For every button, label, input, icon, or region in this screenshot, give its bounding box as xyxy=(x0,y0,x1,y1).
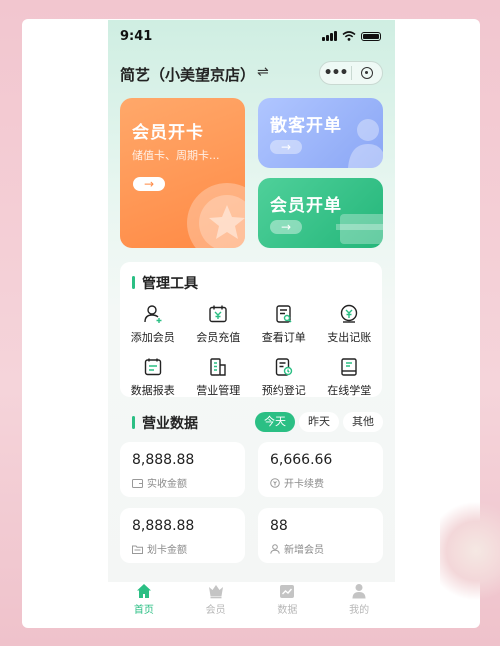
stat-label: 划卡金额 xyxy=(147,545,187,556)
store-name[interactable]: 简艺（小美望京店） xyxy=(120,64,255,85)
tool-expense-ledger[interactable]: 支出记账 xyxy=(317,304,383,345)
arrow-right-icon: → xyxy=(270,140,302,154)
target-icon xyxy=(360,67,373,79)
stat-card-card-swipe[interactable]: 8,888.88 划卡金额 xyxy=(120,508,245,563)
add-member-icon xyxy=(143,304,163,324)
section-title: 管理工具 xyxy=(132,273,198,293)
stat-card-received[interactable]: 8,888.88 实收金额 xyxy=(120,442,245,497)
section-title: 营业数据 xyxy=(132,413,198,433)
folder-icon xyxy=(132,545,143,554)
chart-icon xyxy=(280,585,295,598)
stat-card-new-members[interactable]: 88 新增会员 xyxy=(258,508,383,563)
wallet-icon xyxy=(132,478,143,488)
store-header: 简艺（小美望京店） ⇌ ••• xyxy=(120,60,383,86)
stat-value: 6,666.66 xyxy=(270,452,333,468)
wifi-icon xyxy=(342,31,356,41)
stat-label-row: 新增会员 xyxy=(270,541,324,556)
arrow-right-icon: → xyxy=(133,177,165,191)
coin-icon xyxy=(270,477,280,488)
tile-title: 会员开单 xyxy=(270,196,342,216)
user-icon xyxy=(270,543,280,554)
tab-label: 首页 xyxy=(133,605,154,616)
stat-value: 8,888.88 xyxy=(132,452,195,468)
member-order-tile[interactable]: 会员开单 → xyxy=(258,178,383,248)
home-icon xyxy=(136,584,151,598)
swap-store-icon[interactable]: ⇌ xyxy=(257,64,269,80)
stat-value: 8,888.88 xyxy=(132,518,195,534)
data-report-icon xyxy=(143,357,163,377)
tile-title: 会员开卡 xyxy=(132,123,204,143)
tab-label: 数据 xyxy=(277,605,298,616)
stat-label-row: 开卡续费 xyxy=(270,475,324,490)
stat-label: 开卡续费 xyxy=(284,479,324,490)
tab-members[interactable]: 会员 xyxy=(180,582,252,626)
tool-label: 会员充值 xyxy=(196,331,241,344)
status-bar: 9:41 xyxy=(108,20,395,52)
business-management-icon xyxy=(208,357,228,377)
management-tools-panel: 管理工具 添加会员 会员充值 查看订单 支出记账 数据报表 营业管理 预约登记 … xyxy=(120,262,382,397)
star-coin-decoration xyxy=(187,183,245,248)
tools-grid: 添加会员 会员充值 查看订单 支出记账 数据报表 营业管理 预约登记 在线学堂 xyxy=(120,304,382,398)
stat-value: 88 xyxy=(270,518,288,534)
stat-label-row: 划卡金额 xyxy=(132,541,187,556)
tab-label: 会员 xyxy=(205,605,226,616)
tool-label: 添加会员 xyxy=(130,331,175,344)
walk-in-order-tile[interactable]: 散客开单 → xyxy=(258,98,383,168)
online-school-icon xyxy=(339,357,359,377)
tool-view-orders[interactable]: 查看订单 xyxy=(251,304,317,345)
tool-add-member[interactable]: 添加会员 xyxy=(120,304,186,345)
member-recharge-icon xyxy=(208,304,228,324)
more-button[interactable]: ••• xyxy=(320,63,351,83)
filter-today[interactable]: 今天 xyxy=(255,412,295,432)
status-icons xyxy=(322,31,381,41)
tool-label: 营业管理 xyxy=(196,384,241,397)
close-miniprogram-button[interactable] xyxy=(352,67,382,79)
crown-icon xyxy=(208,585,223,599)
tool-data-report[interactable]: 数据报表 xyxy=(120,357,186,398)
arrow-right-icon: → xyxy=(270,220,302,234)
tab-home[interactable]: 首页 xyxy=(108,582,180,626)
appointment-icon xyxy=(274,357,294,377)
card-decoration xyxy=(336,214,383,244)
signal-icon xyxy=(322,31,337,41)
profile-icon xyxy=(352,584,366,599)
expense-ledger-icon xyxy=(339,304,359,324)
stat-label: 实收金额 xyxy=(147,479,187,490)
battery-icon xyxy=(361,31,381,41)
background-decoration xyxy=(440,496,500,606)
filter-other[interactable]: 其他 xyxy=(343,412,383,432)
tile-title: 散客开单 xyxy=(270,116,342,136)
stat-card-renewal[interactable]: 6,666.66 开卡续费 xyxy=(258,442,383,497)
person-decoration xyxy=(348,119,383,168)
tool-appointment[interactable]: 预约登记 xyxy=(251,357,317,398)
tab-profile[interactable]: 我的 xyxy=(323,582,395,626)
phone-screen: 9:41 简艺（小美望京店） ⇌ ••• 会员开卡 储值卡、周期卡... → 散… xyxy=(108,20,395,626)
view-orders-icon xyxy=(274,304,294,324)
stat-label: 新增会员 xyxy=(284,545,324,556)
member-open-card-tile[interactable]: 会员开卡 储值卡、周期卡... → xyxy=(120,98,245,248)
tool-member-recharge[interactable]: 会员充值 xyxy=(186,304,252,345)
date-filter: 今天 昨天 其他 xyxy=(255,412,383,432)
tool-business-management[interactable]: 营业管理 xyxy=(186,357,252,398)
tab-data[interactable]: 数据 xyxy=(252,582,324,626)
bottom-tab-bar: 首页 会员 数据 我的 xyxy=(108,582,395,626)
tool-label: 查看订单 xyxy=(261,331,306,344)
tool-label: 数据报表 xyxy=(130,384,175,397)
stat-label-row: 实收金额 xyxy=(132,475,187,490)
tool-label: 在线学堂 xyxy=(327,384,372,397)
tile-subtitle: 储值卡、周期卡... xyxy=(132,149,220,162)
tool-label: 支出记账 xyxy=(327,331,372,344)
filter-yesterday[interactable]: 昨天 xyxy=(299,412,339,432)
miniprogram-capsule: ••• xyxy=(319,61,383,85)
status-time: 9:41 xyxy=(120,29,153,44)
tool-label: 预约登记 xyxy=(261,384,306,397)
tab-label: 我的 xyxy=(349,605,370,616)
tool-online-school[interactable]: 在线学堂 xyxy=(317,357,383,398)
